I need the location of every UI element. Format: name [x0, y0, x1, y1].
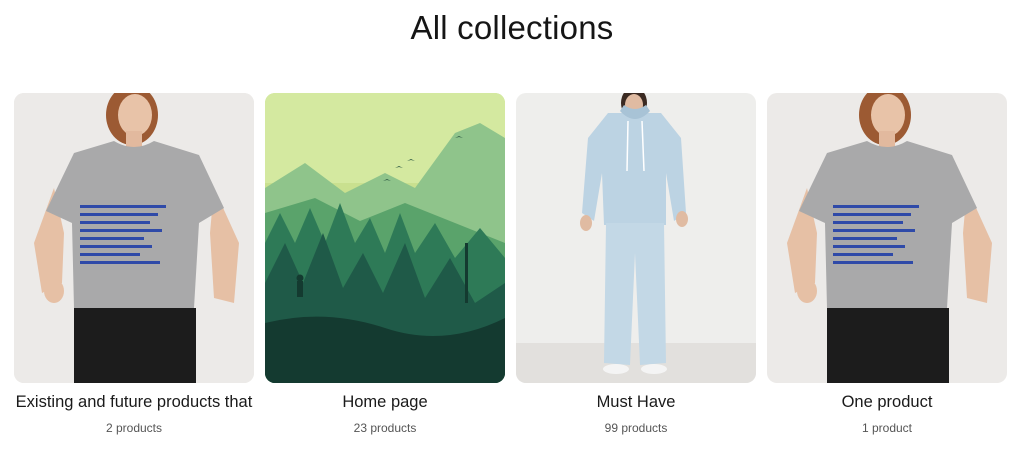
- tshirt-model-photo: [14, 93, 254, 383]
- collection-count: 23 products: [353, 421, 417, 435]
- collection-card[interactable]: One product 1 product: [767, 93, 1007, 435]
- collection-title[interactable]: Must Have: [516, 393, 756, 412]
- collection-count: 2 products: [105, 421, 163, 435]
- collection-title[interactable]: One product: [767, 393, 1007, 412]
- collection-title[interactable]: Home page: [265, 393, 505, 412]
- collection-card[interactable]: Home page 23 products: [265, 93, 505, 435]
- forest-landscape-illustration: [265, 93, 505, 383]
- collection-image-tracksuit[interactable]: [516, 93, 756, 383]
- collection-title[interactable]: Existing and future products that: [14, 393, 254, 412]
- tshirt-model-photo: [767, 93, 1007, 383]
- tracksuit-model-photo: [516, 93, 756, 383]
- collection-count: 99 products: [604, 421, 668, 435]
- collection-image-tshirt[interactable]: [767, 93, 1007, 383]
- page-title: All collections: [410, 9, 614, 46]
- collection-count: 1 product: [861, 421, 913, 435]
- collection-image-forest[interactable]: [265, 93, 505, 383]
- collections-grid: Existing and future products that 2 prod…: [14, 93, 1010, 435]
- collection-card[interactable]: Must Have 99 products: [516, 93, 756, 435]
- collection-image-tshirt[interactable]: [14, 93, 254, 383]
- collections-page: All collections Existing and future prod…: [0, 0, 1024, 470]
- collection-card[interactable]: Existing and future products that 2 prod…: [14, 93, 254, 435]
